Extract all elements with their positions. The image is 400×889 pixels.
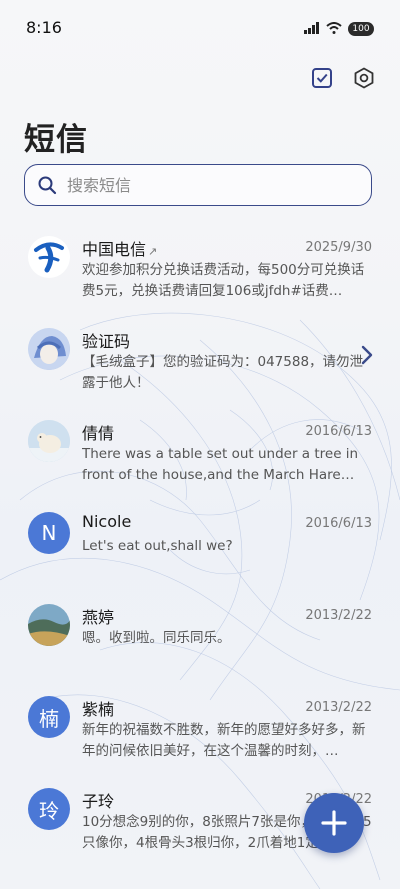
signal-icon <box>304 19 320 38</box>
message-row-china-telecom[interactable]: 中国电信 ↗ 2025/9/30 欢迎参加积分兑换话费活动，每500分可兑换话费5… <box>0 230 400 322</box>
status-icons: 100 <box>304 19 374 38</box>
polar-bear-avatar <box>28 420 70 462</box>
status-bar: 8:16 100 <box>0 0 400 56</box>
message-snippet: Let's eat out,shall we? <box>82 538 233 554</box>
contact-name: 燕婷 <box>82 608 115 627</box>
anime-avatar <box>28 328 70 370</box>
message-row-qianqian[interactable]: 倩倩 2016/6/13 There was a table set out u… <box>0 414 400 506</box>
message-row-nicole[interactable]: N Nicole 2016/6/13 Let's eat out,shall w… <box>0 506 400 598</box>
contact-name: 验证码 <box>82 332 131 351</box>
message-snippet: There was a table set out under a tree i… <box>82 446 359 483</box>
message-snippet: 【毛绒盒子】您的验证码为：047588，请勿泄露于他人！ <box>82 354 364 391</box>
contact-name: 中国电信 ↗ <box>82 236 157 260</box>
message-list: 中国电信 ↗ 2025/9/30 欢迎参加积分兑换话费活动，每500分可兑换话费5… <box>0 230 400 874</box>
contact-name-text: 中国电信 <box>82 240 147 259</box>
message-date: 2016/6/13 <box>305 424 372 439</box>
settings-button[interactable] <box>352 66 376 90</box>
message-date: 2025/9/30 <box>305 240 372 255</box>
message-snippet: 嗯。收到啦。同乐同乐。 <box>82 630 231 646</box>
checkbox-icon <box>312 68 332 88</box>
chevron-right-icon[interactable] <box>360 344 374 370</box>
search-box[interactable] <box>24 164 372 206</box>
external-link-icon: ↗ <box>148 245 158 258</box>
message-row-zinan[interactable]: 楠 紫楠 2013/2/22 新年的祝福数不胜数，新年的愿望好多好多，新年的问候… <box>0 690 400 782</box>
letter-avatar: 玲 <box>28 788 70 830</box>
search-icon <box>37 175 57 195</box>
china-telecom-logo-avatar <box>28 236 70 278</box>
top-actions <box>310 66 376 90</box>
letter-avatar: N <box>28 512 70 554</box>
message-row-yanting[interactable]: 燕婷 2013/2/22 嗯。收到啦。同乐同乐。 <box>0 598 400 690</box>
search-input[interactable] <box>65 174 349 196</box>
settings-hexagon-icon <box>354 67 374 89</box>
messages-screen: 8:16 100 短信 搜索短信 中国电信 ↗ 2025/9/30 欢迎参加积分… <box>0 0 400 889</box>
contact-name: 紫楠 <box>82 700 115 719</box>
battery-icon: 100 <box>348 21 374 36</box>
wifi-icon <box>326 19 342 38</box>
message-date: 2016/6/13 <box>305 516 372 531</box>
plus-icon <box>321 810 347 836</box>
landscape-avatar <box>28 604 70 646</box>
message-date: 2013/2/22 <box>305 700 372 715</box>
message-row-verification[interactable]: 验证码 【毛绒盒子】您的验证码为：047588，请勿泄露于他人！ <box>0 322 400 414</box>
message-date: 2013/2/22 <box>305 608 372 623</box>
new-message-button[interactable] <box>304 793 364 853</box>
status-time: 8:16 <box>26 18 62 37</box>
page-title: 短信 <box>24 122 88 158</box>
contact-name: 子玲 <box>82 792 115 811</box>
select-checkbox-button[interactable] <box>310 66 334 90</box>
letter-avatar: 楠 <box>28 696 70 738</box>
message-snippet: 新年的祝福数不胜数，新年的愿望好多好多，新年的问候依旧美好，在这个温馨的时刻，… <box>82 722 366 759</box>
message-snippet: 欢迎参加积分兑换话费活动，每500分可兑换话费5元，兑换话费请回复106或jfd… <box>82 262 365 299</box>
contact-name: 倩倩 <box>82 424 115 443</box>
contact-name: Nicole <box>82 512 132 531</box>
